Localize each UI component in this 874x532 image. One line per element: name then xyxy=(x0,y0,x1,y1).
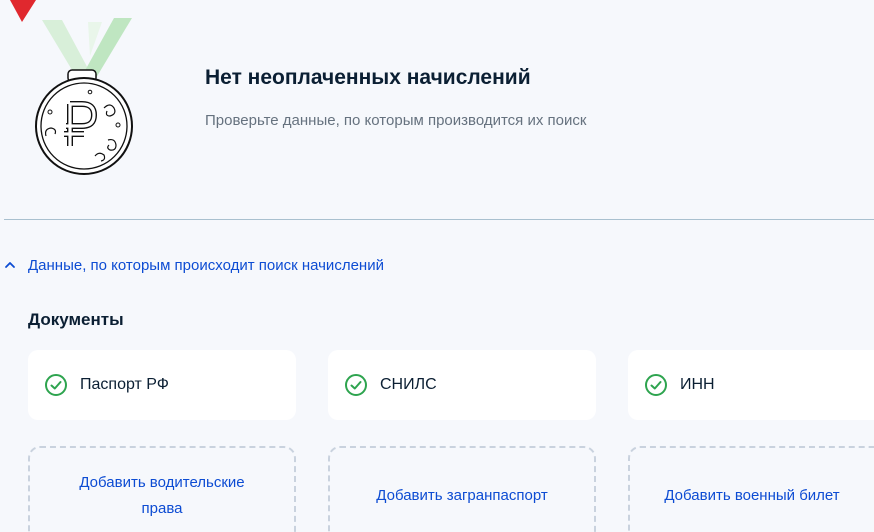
red-corner-shape xyxy=(10,0,36,22)
document-card-passport[interactable]: Паспорт РФ xyxy=(28,350,296,420)
search-data-toggle[interactable]: Данные, по которым происходит поиск начи… xyxy=(4,255,384,275)
section-divider xyxy=(4,219,874,220)
add-card-label: Добавить военный билет xyxy=(664,487,840,504)
check-circle-icon xyxy=(645,374,667,396)
check-circle-icon xyxy=(345,374,367,396)
chevron-up-icon xyxy=(5,262,15,268)
documents-heading: Документы xyxy=(28,310,124,329)
document-card-snils[interactable]: СНИЛС xyxy=(328,350,596,420)
add-card-label: Добавить загранпаспорт xyxy=(376,487,548,504)
search-data-toggle-label: Данные, по которым происходит поиск начи… xyxy=(28,256,384,274)
document-card-label: СНИЛС xyxy=(380,376,437,393)
document-card-label: ИНН xyxy=(680,376,715,393)
ruble-medal-illustration xyxy=(10,0,133,175)
document-card-label: Паспорт РФ xyxy=(80,376,169,393)
document-card-inn[interactable]: ИНН xyxy=(628,350,874,420)
page-title: Нет неоплаченных начислений xyxy=(205,66,531,89)
add-military-id-button[interactable]: Добавить военный билет xyxy=(628,446,874,532)
check-circle-icon xyxy=(45,374,67,396)
add-drivers-license-button[interactable]: Добавить водительские права xyxy=(28,446,296,532)
page-subtitle: Проверьте данные, по которым производитс… xyxy=(205,112,587,129)
add-foreign-passport-button[interactable]: Добавить загранпаспорт xyxy=(328,446,596,532)
add-card-label: Добавить водительские права xyxy=(79,474,245,517)
